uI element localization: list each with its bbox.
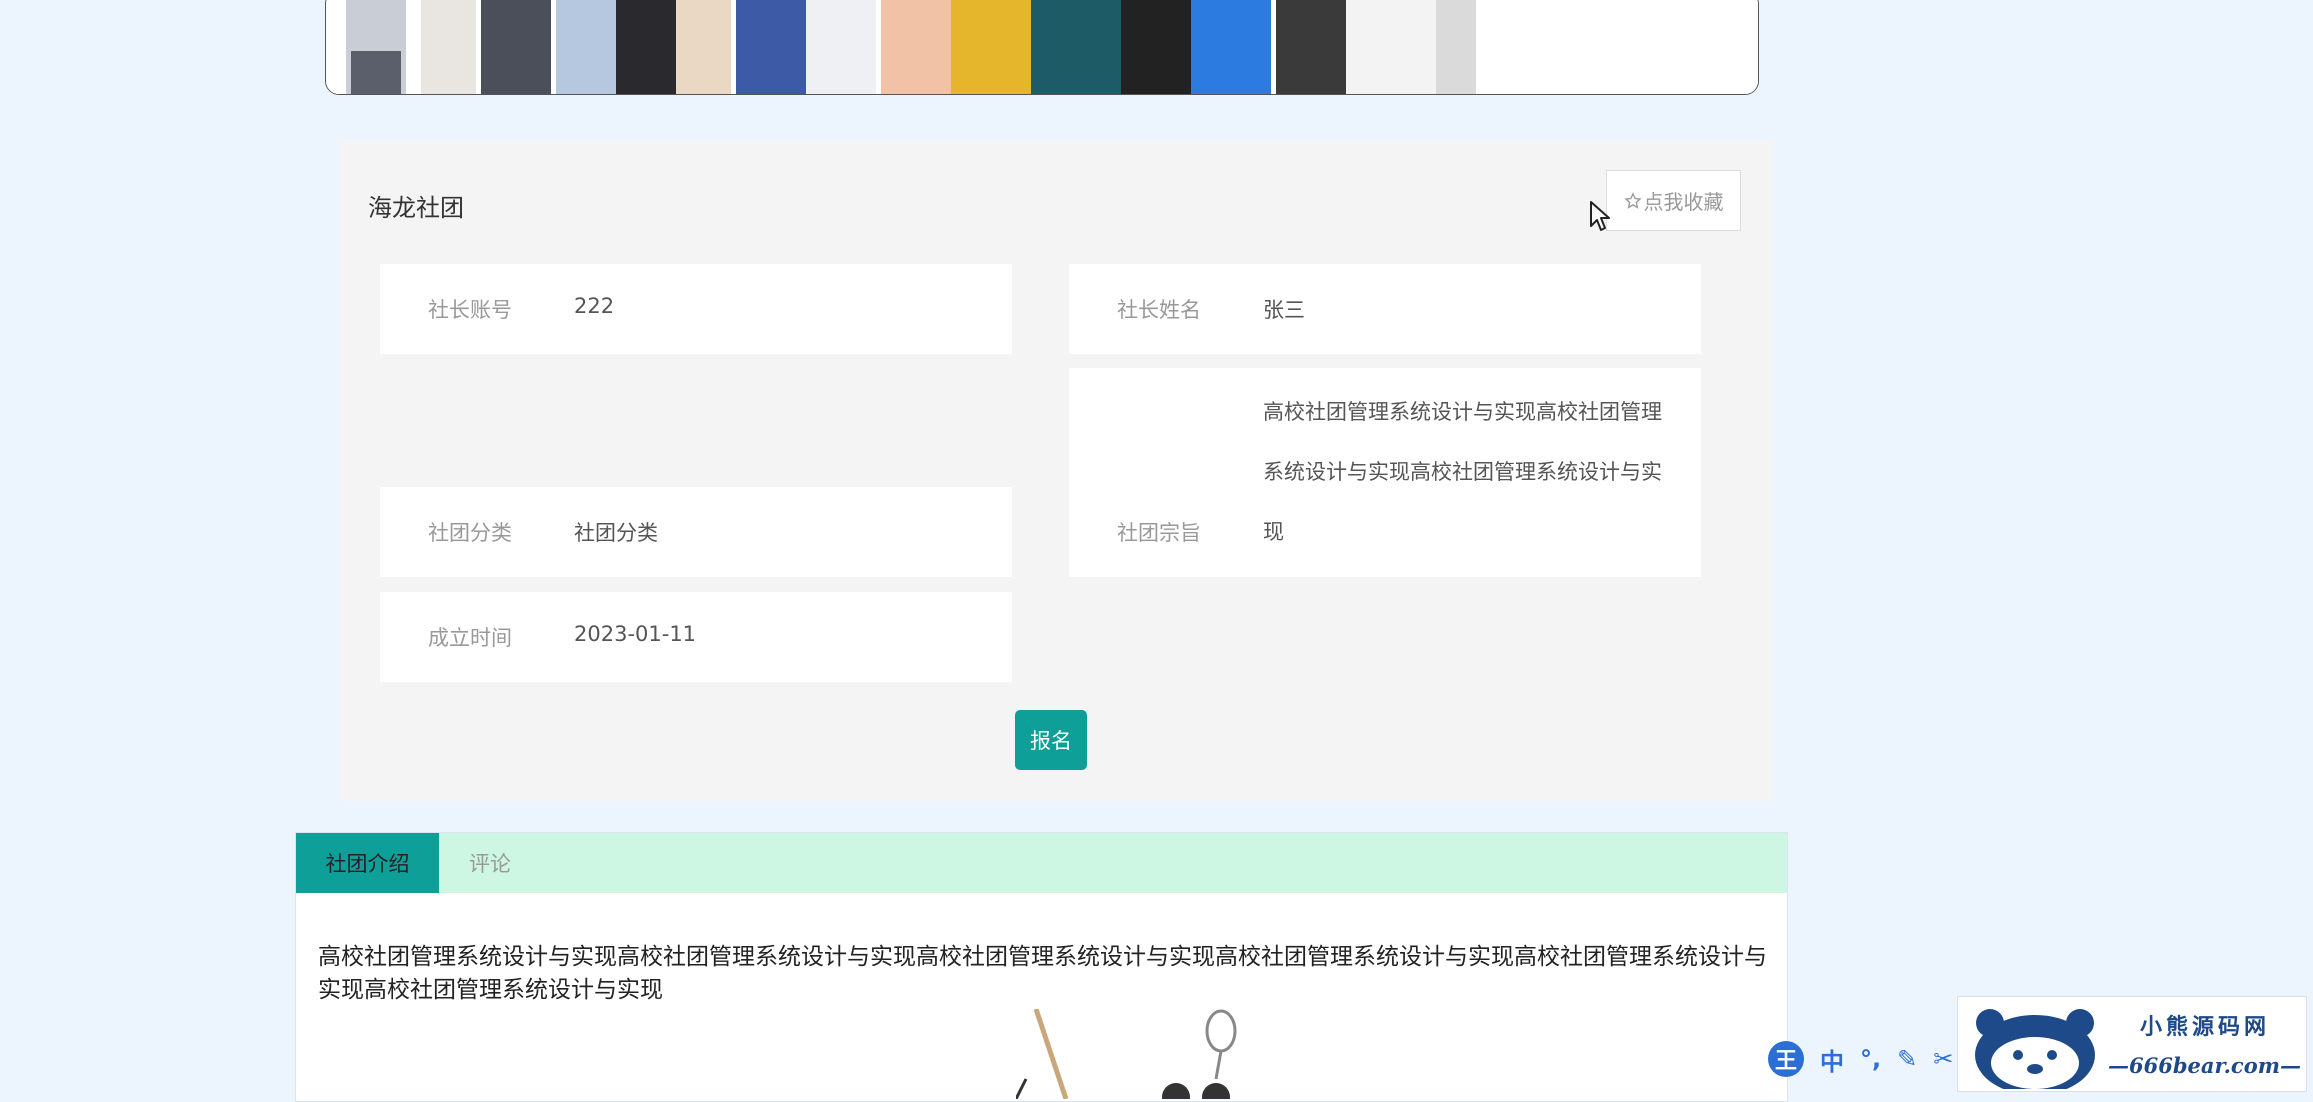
banner-image	[325, 0, 1759, 95]
bear-logo-icon	[1975, 1009, 2095, 1089]
club-name: 海龙社团	[368, 194, 464, 222]
ime-chinese-mode[interactable]: 中	[1820, 1042, 1844, 1077]
field-value: 222	[574, 294, 615, 318]
intro-image	[1016, 1009, 1237, 1099]
mouse-cursor-icon	[1590, 201, 1610, 231]
field-value: 2023-01-11	[574, 622, 697, 646]
field-value: 高校社团管理系统设计与实现高校社团管理系统设计与实现高校社团管理系统设计与实现	[1263, 400, 1662, 544]
field-label: 社长账号	[428, 298, 512, 322]
club-detail-card: 海龙社团 点我收藏 社长账号 222 社长姓名 张三 社团分类 社团分类 社团宗…	[340, 141, 1773, 801]
watermark: 小熊源码网 —666bear.com—	[1957, 996, 2307, 1092]
banner-people-photo	[326, 0, 1758, 94]
favorite-label: 点我收藏	[1643, 190, 1724, 214]
ime-scissors-icon[interactable]: ✂	[1933, 1045, 1953, 1073]
tab-club-intro[interactable]: 社团介绍	[296, 833, 439, 893]
field-value: 社团分类	[574, 521, 658, 545]
field-label: 社长姓名	[1117, 298, 1201, 322]
watermark-url: —666bear.com—	[2108, 1053, 2301, 1078]
ime-pen-icon[interactable]: ✎	[1897, 1045, 1917, 1073]
signup-button[interactable]: 报名	[1015, 710, 1087, 770]
ime-logo[interactable]: 王	[1768, 1041, 1804, 1077]
field-label: 社团分类	[428, 521, 512, 545]
field-club-category: 社团分类 社团分类	[380, 487, 1012, 577]
ime-toolbar: 王 中 °, ✎ ✂	[1768, 1038, 1958, 1080]
star-icon	[1623, 191, 1642, 210]
field-founded-date: 成立时间 2023-01-11	[380, 592, 1012, 682]
field-value: 张三	[1263, 298, 1305, 322]
club-tabs-panel: 社团介绍 评论 高校社团管理系统设计与实现高校社团管理系统设计与实现高校社团管理…	[295, 832, 1788, 1102]
watermark-title: 小熊源码网	[2140, 1014, 2271, 1040]
field-president-name: 社长姓名 张三	[1069, 264, 1701, 354]
tab-comments[interactable]: 评论	[439, 833, 541, 893]
ime-punctuation[interactable]: °,	[1860, 1045, 1881, 1073]
favorite-button[interactable]: 点我收藏	[1606, 170, 1741, 231]
field-president-account: 社长账号 222	[380, 264, 1012, 354]
club-intro-text: 高校社团管理系统设计与实现高校社团管理系统设计与实现高校社团管理系统设计与实现高…	[318, 944, 1767, 1003]
tab-bar: 社团介绍 评论	[296, 833, 1787, 893]
field-label: 社团宗旨	[1117, 521, 1201, 545]
field-label: 成立时间	[428, 626, 512, 650]
field-club-purpose: 社团宗旨 高校社团管理系统设计与实现高校社团管理系统设计与实现高校社团管理系统设…	[1069, 368, 1701, 577]
